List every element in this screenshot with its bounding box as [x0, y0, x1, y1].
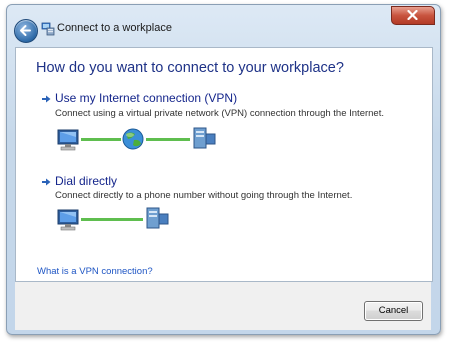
option-dial-description[interactable]: Connect directly to a phone number witho… [55, 190, 352, 201]
vpn-diagram [57, 127, 216, 151]
connector-line [81, 218, 143, 221]
network-connection-icon [41, 22, 55, 36]
close-button[interactable] [391, 6, 435, 25]
back-arrow-icon [20, 25, 31, 36]
blue-arrow-icon [42, 178, 51, 186]
computer-icon [57, 129, 79, 151]
server-icon [146, 207, 169, 229]
option-vpn-title[interactable]: Use my Internet connection (VPN) [55, 91, 237, 105]
content-panel: How do you want to connect to your workp… [15, 47, 433, 282]
window-title: Connect to a workplace [57, 22, 172, 34]
globe-icon [122, 128, 144, 150]
computer-icon [57, 209, 79, 231]
connector-line [81, 138, 121, 141]
cancel-button[interactable]: Cancel [364, 301, 423, 321]
option-dial-title[interactable]: Dial directly [55, 174, 117, 188]
back-button[interactable] [14, 19, 38, 43]
vpn-help-link[interactable]: What is a VPN connection? [37, 266, 153, 277]
footer-bar: Cancel [15, 282, 431, 330]
option-vpn-description[interactable]: Connect using a virtual private network … [55, 108, 384, 119]
blue-arrow-icon [42, 95, 51, 103]
page-heading: How do you want to connect to your workp… [36, 60, 344, 76]
wizard-window: Connect to a workplace How do you want t… [6, 4, 441, 335]
close-icon [407, 10, 418, 20]
title-bar: Connect to a workplace [7, 5, 440, 47]
server-icon [193, 127, 216, 149]
connector-line [146, 138, 190, 141]
dial-diagram [57, 207, 169, 231]
